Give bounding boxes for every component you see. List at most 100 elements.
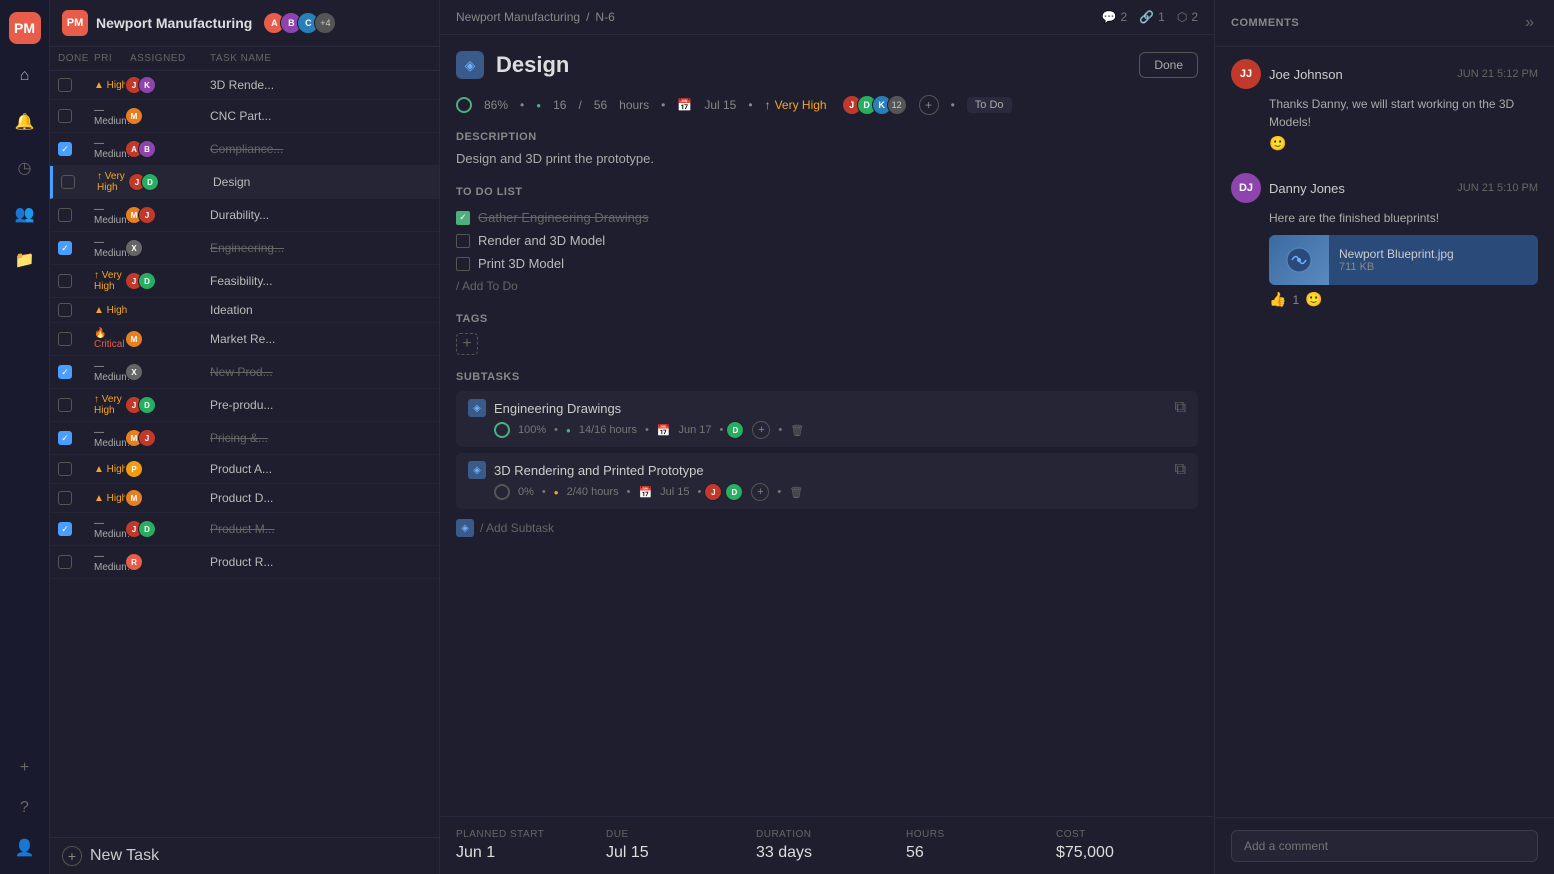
add-subtask-button[interactable]: ◈ / Add Subtask	[456, 515, 1198, 541]
row-checkbox[interactable]	[58, 208, 72, 222]
detail-header: Newport Manufacturing / N-6 💬 2 🔗 1 ⬡ 2	[440, 0, 1214, 35]
avatar: M	[125, 330, 143, 348]
subtask-open-button[interactable]: ⧉	[1175, 399, 1186, 417]
table-row[interactable]: — Medium M J Pricing &...	[50, 422, 439, 455]
footer-hours: HOURS 56	[906, 829, 1048, 862]
description-label: DESCRIPTION	[456, 131, 1198, 143]
subtask-add-assignee[interactable]: +	[751, 483, 769, 501]
row-checkbox[interactable]	[58, 555, 72, 569]
table-row[interactable]: — Medium R Product R...	[50, 546, 439, 579]
header-meta: 💬 2 🔗 1 ⬡ 2	[1102, 10, 1198, 24]
avatar-count: +4	[314, 12, 336, 34]
assigned-avatars: J D	[130, 396, 210, 414]
row-checkbox[interactable]	[58, 109, 72, 123]
table-row[interactable]: — Medium M J Durability...	[50, 199, 439, 232]
subtask-progress-ring	[494, 422, 510, 438]
nav-users[interactable]: 👥	[11, 200, 39, 228]
todo-checkbox[interactable]	[456, 234, 470, 248]
comment-icon: 💬	[1102, 10, 1117, 24]
nav-user[interactable]: 👤	[11, 834, 39, 862]
breadcrumb: Newport Manufacturing / N-6	[456, 10, 615, 24]
row-checkbox[interactable]	[58, 332, 72, 346]
row-checkbox[interactable]	[58, 274, 72, 288]
subtask-open-button[interactable]: ⧉	[1175, 461, 1186, 479]
row-checkbox[interactable]	[58, 491, 72, 505]
table-row[interactable]: ▲ High Ideation	[50, 298, 439, 323]
priority-arrow-icon: ↑	[765, 98, 771, 112]
table-row[interactable]: ▲ High M Product D...	[50, 484, 439, 513]
col-taskname: TASK NAME	[210, 53, 431, 64]
table-row[interactable]: ↑ Very High J D Feasibility...	[50, 265, 439, 298]
nav-folder[interactable]: 📁	[11, 246, 39, 274]
expand-panel-button[interactable]: »	[1521, 10, 1538, 36]
add-assignee-button[interactable]: +	[919, 95, 939, 115]
row-checkbox[interactable]	[58, 365, 72, 379]
add-tag-button[interactable]: +	[456, 333, 478, 355]
task-name: Engineering...	[210, 241, 290, 255]
row-checkbox[interactable]	[58, 522, 72, 536]
table-row[interactable]: — Medium A B Compliance...	[50, 133, 439, 166]
subtask-progress: 0%	[518, 486, 534, 498]
table-row[interactable]: 🔥 Critical M Market Re...	[50, 323, 439, 356]
todo-checkbox[interactable]	[456, 257, 470, 271]
add-task-icon[interactable]: +	[62, 846, 82, 866]
row-checkbox[interactable]	[58, 78, 72, 92]
subtask-assignee: D	[725, 483, 743, 501]
blueprint-thumbnail-icon	[1284, 245, 1314, 275]
assigned-avatars: J D	[130, 272, 210, 290]
task-name: Durability...	[210, 208, 290, 222]
table-row[interactable]: ▲ High P Product A...	[50, 455, 439, 484]
delete-icon[interactable]: 🗑	[790, 424, 804, 437]
subtask-add-assignee[interactable]: +	[752, 421, 770, 439]
task-name: Pricing &...	[210, 431, 290, 445]
add-reaction-button[interactable]: 🙂	[1269, 135, 1286, 151]
row-checkbox[interactable]	[58, 431, 72, 445]
due-label: DUE	[606, 829, 748, 840]
table-row[interactable]: ↑ Very High J D Design	[50, 166, 439, 199]
comment-input[interactable]	[1231, 830, 1538, 862]
nav-help[interactable]: ?	[11, 794, 39, 822]
add-todo-button[interactable]: / Add To Do	[456, 275, 1198, 297]
task-assignees: J D K 12	[847, 95, 907, 115]
assignee-count: 12	[887, 95, 907, 115]
nav-home[interactable]: ⌂	[11, 62, 39, 90]
nav-clock[interactable]: ◷	[11, 154, 39, 182]
hours-total: 56	[594, 98, 607, 112]
task-name: Compliance...	[210, 142, 290, 156]
delete-icon[interactable]: 🗑	[789, 486, 803, 499]
footer-cost: COST $75,000	[1056, 829, 1198, 862]
table-row[interactable]: — Medium M CNC Part...	[50, 100, 439, 133]
planned-start-label: PLANNED START	[456, 829, 598, 840]
nav-add[interactable]: +	[11, 754, 39, 782]
row-checkbox[interactable]	[58, 303, 72, 317]
avatar: X	[125, 363, 143, 381]
row-checkbox[interactable]	[61, 175, 75, 189]
table-row[interactable]: ▲ High J K 3D Rende...	[50, 71, 439, 100]
done-button[interactable]: Done	[1139, 52, 1198, 78]
nav-notifications[interactable]: 🔔	[11, 108, 39, 136]
hours-footer-label: HOURS	[906, 829, 1048, 840]
table-row[interactable]: — Medium J D Product M...	[50, 513, 439, 546]
subtask-hours-dot: ●	[554, 488, 559, 497]
table-row[interactable]: — Medium X New Prod...	[50, 356, 439, 389]
task-name: Design	[213, 175, 293, 189]
subtask-icon-header: ⬡	[1177, 10, 1187, 24]
comment-input-row	[1215, 817, 1554, 874]
subtask-add-icon: ◈	[456, 519, 474, 537]
row-checkbox[interactable]	[58, 398, 72, 412]
subtask-title-row: ◈ 3D Rendering and Printed Prototype ⧉	[468, 461, 1186, 479]
task-name: Ideation	[210, 303, 290, 317]
new-task-row[interactable]: + New Task	[50, 837, 439, 874]
attachment-card[interactable]: Newport Blueprint.jpg 711 KB	[1269, 235, 1538, 285]
progress-value: 86%	[484, 98, 508, 112]
row-checkbox[interactable]	[58, 241, 72, 255]
new-task-label[interactable]: New Task	[90, 847, 159, 865]
table-row[interactable]: ↑ Very High J D Pre-produ...	[50, 389, 439, 422]
meta-separator: •	[520, 98, 524, 112]
row-checkbox[interactable]	[58, 142, 72, 156]
row-checkbox[interactable]	[58, 462, 72, 476]
todo-checkbox-checked[interactable]: ✓	[456, 211, 470, 225]
table-row[interactable]: — Medium X Engineering...	[50, 232, 439, 265]
comments-body: JJ Joe Johnson JUN 21 5:12 PM Thanks Dan…	[1215, 47, 1554, 817]
add-reaction-button[interactable]: 🙂	[1305, 291, 1322, 308]
